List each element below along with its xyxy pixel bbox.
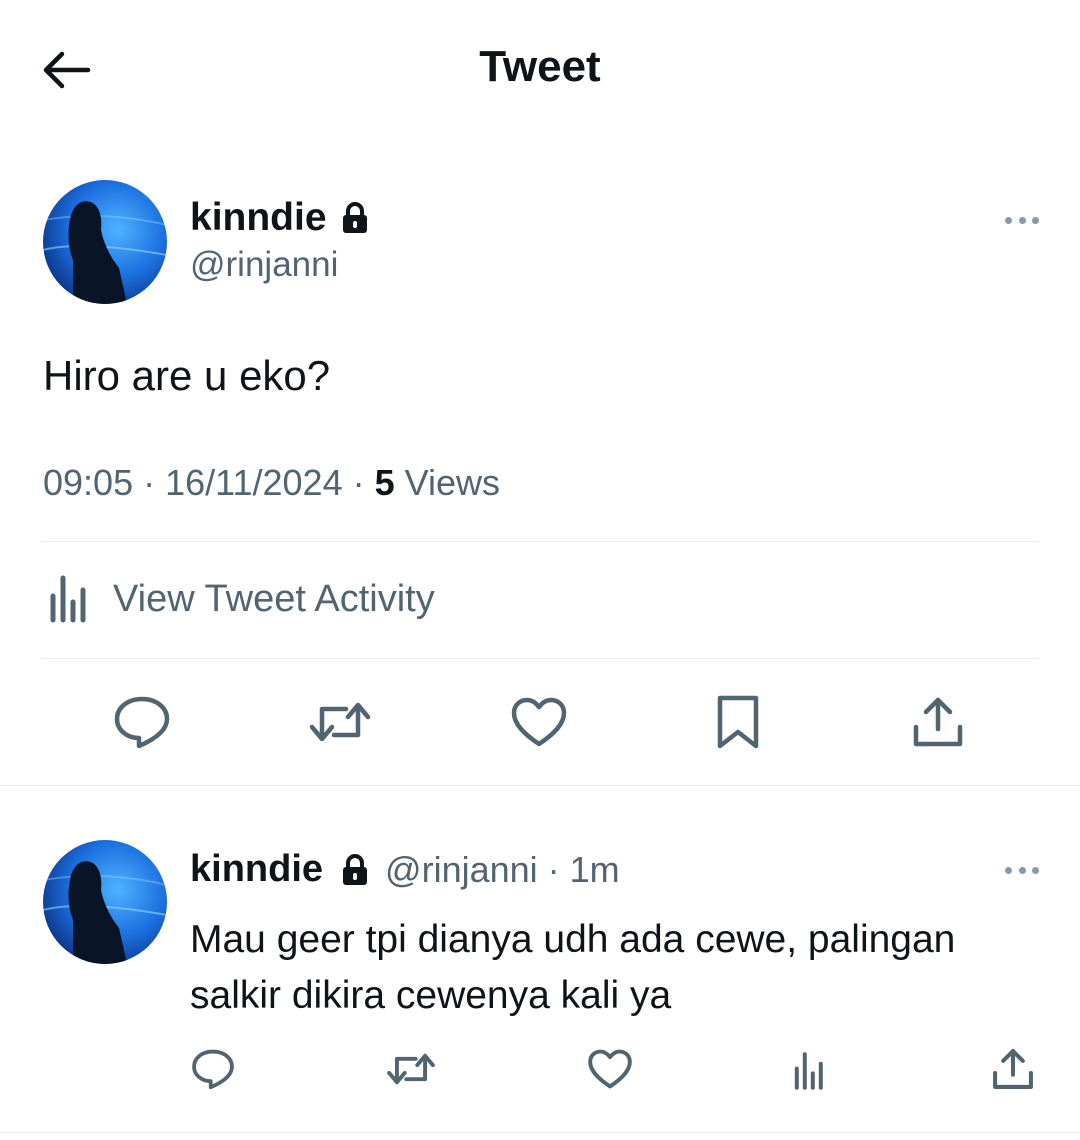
bookmark-button[interactable] <box>706 690 770 754</box>
reply-button[interactable] <box>110 690 174 754</box>
analytics-icon <box>50 575 86 623</box>
views-button[interactable] <box>783 1046 833 1096</box>
like-icon <box>588 1049 632 1089</box>
divider <box>42 658 1038 659</box>
lock-icon <box>342 202 367 233</box>
divider <box>0 1132 1080 1133</box>
page-title: Tweet <box>479 42 601 91</box>
divider <box>0 785 1080 786</box>
retweet-button[interactable] <box>308 690 372 754</box>
retweet-icon <box>387 1053 435 1085</box>
author-handle[interactable]: @rinjanni <box>190 245 338 285</box>
like-icon <box>511 697 567 747</box>
avatar[interactable] <box>43 840 167 964</box>
reply-time[interactable]: 1m <box>570 849 620 891</box>
reply-button[interactable] <box>188 1044 238 1094</box>
view-tweet-activity-button[interactable]: View Tweet Activity <box>43 574 435 624</box>
bookmark-icon <box>717 695 759 749</box>
author-name[interactable]: kinndie <box>190 196 369 240</box>
share-button[interactable] <box>988 1044 1038 1094</box>
more-options-icon[interactable] <box>1005 865 1039 875</box>
share-icon <box>993 1049 1033 1089</box>
reply-header: kinndie @rinjanni · 1m <box>190 848 620 891</box>
lock-icon <box>343 853 368 885</box>
views-label: Views <box>404 462 501 503</box>
tweet-meta: 09:05 · 16/11/2024 · 5 Views <box>43 462 501 503</box>
divider <box>42 541 1038 542</box>
tweet-time[interactable]: 09:05 <box>43 462 133 503</box>
share-button[interactable] <box>906 690 970 754</box>
avatar[interactable] <box>43 180 167 304</box>
activity-label: View Tweet Activity <box>113 577 435 620</box>
retweet-button[interactable] <box>386 1044 436 1094</box>
author-handle[interactable]: @rinjanni <box>385 849 538 891</box>
display-name: kinndie <box>190 196 327 239</box>
retweet-icon <box>309 702 371 742</box>
reply-icon <box>114 696 170 749</box>
reply-icon <box>192 1049 234 1090</box>
like-button[interactable] <box>507 690 571 754</box>
like-button[interactable] <box>585 1044 635 1094</box>
more-options-icon[interactable] <box>1005 215 1039 225</box>
share-icon <box>913 697 963 747</box>
display-name[interactable]: kinndie <box>190 848 323 891</box>
tweet-text: Hiro are u eko? <box>43 352 331 399</box>
views-count: 5 <box>374 462 395 503</box>
tweet-date[interactable]: 16/11/2024 <box>165 462 343 503</box>
reply-text: Mau geer tpi dianya udh ada cewe, paling… <box>190 918 956 1017</box>
views-chart-icon <box>794 1052 823 1090</box>
